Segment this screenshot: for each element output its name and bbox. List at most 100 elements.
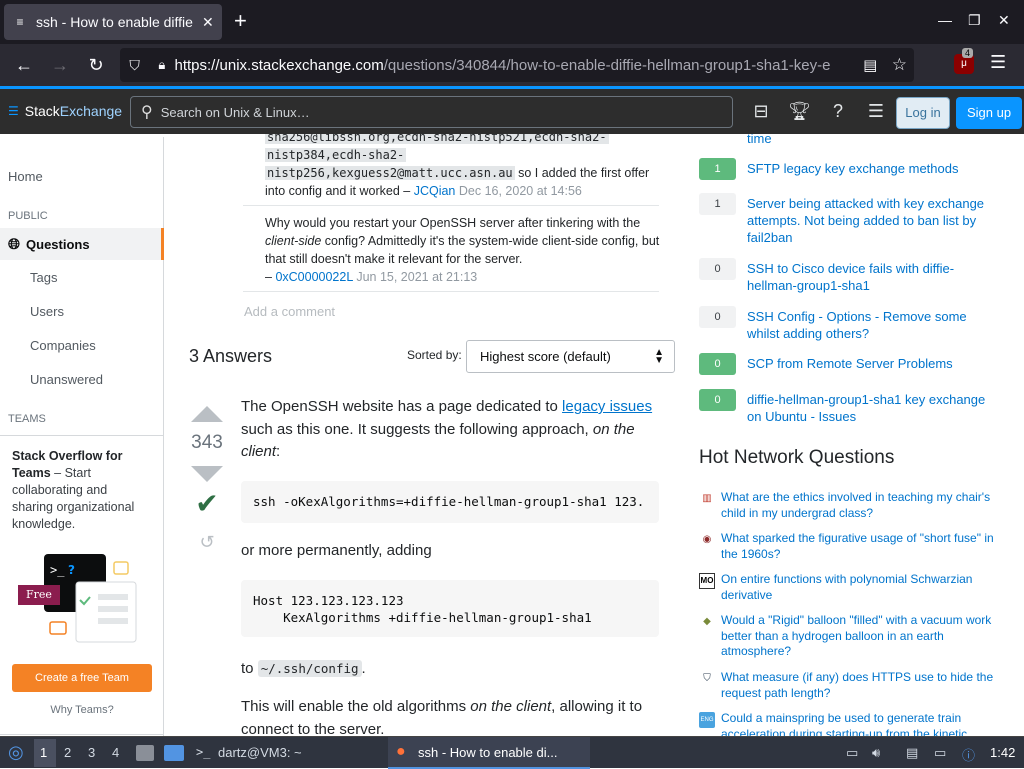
related-title[interactable]: time bbox=[747, 134, 1002, 152]
hot-network-question[interactable]: ⛉ What measure (if any) does HTTPS use t… bbox=[699, 670, 999, 701]
stackexchange-logo[interactable]: ☰ Stack Exchange bbox=[8, 103, 122, 119]
comment-divider bbox=[243, 205, 659, 206]
comment-date[interactable]: Dec 16, 2020 at 14:56 bbox=[459, 184, 582, 198]
related-question[interactable]: 0 SSH Config - Options - Remove some whi… bbox=[699, 306, 1009, 342]
nav-tags[interactable]: Tags bbox=[30, 270, 57, 285]
back-icon[interactable]: ← bbox=[12, 54, 36, 76]
tracking-shield-icon[interactable]: ⛉ bbox=[120, 57, 149, 74]
hot-network-question[interactable]: ◉ What sparked the figurative usage of "… bbox=[699, 531, 999, 562]
comment-jcqian: sha256@libssh.org,ecdh-sha2-nistp521,ecd… bbox=[265, 134, 660, 200]
tab-title: ssh - How to enable diffie bbox=[36, 14, 193, 30]
sort-select[interactable]: Highest score (default) ▲ ▼ bbox=[466, 340, 675, 373]
url-text[interactable]: https://unix.stackexchange.com/questions… bbox=[174, 57, 855, 74]
login-button[interactable]: Log in bbox=[896, 97, 950, 129]
url-path: /questions/340844/how-to-enable-diffie-h… bbox=[383, 56, 831, 74]
related-count: 0 bbox=[699, 306, 736, 328]
reader-view-icon[interactable]: ▤ bbox=[856, 56, 885, 74]
related-question[interactable]: 0 SCP from Remote Server Problems bbox=[699, 353, 1009, 375]
tab-bar: ≡ ssh - How to enable diffie ✕ + — ❐ ✕ bbox=[0, 0, 1024, 44]
why-teams-link[interactable]: Why Teams? bbox=[0, 704, 164, 716]
add-comment-link[interactable]: Add a comment bbox=[244, 304, 335, 319]
nav-unanswered[interactable]: Unanswered bbox=[30, 372, 103, 387]
code-block-1[interactable]: ssh -oKexAlgorithms=+diffie-hellman-grou… bbox=[241, 481, 659, 523]
workspace-1[interactable]: 1 bbox=[40, 745, 47, 760]
logo-text-b: Exchange bbox=[59, 103, 123, 119]
answer-p1-b: such as this one. It suggests the follow… bbox=[241, 420, 593, 438]
file-manager-icon[interactable] bbox=[136, 745, 154, 761]
volume-icon[interactable]: 🔊︎ bbox=[872, 745, 880, 761]
related-title[interactable]: SSH to Cisco device fails with diffie-he… bbox=[747, 260, 1002, 294]
bookmark-star-icon[interactable]: ☆ bbox=[885, 55, 914, 75]
browser-tab[interactable]: ≡ ssh - How to enable diffie ✕ bbox=[4, 4, 222, 40]
related-count: 1 bbox=[699, 158, 736, 180]
related-title[interactable]: SFTP legacy key exchange methods bbox=[747, 160, 1002, 180]
forward-icon[interactable]: → bbox=[48, 54, 72, 76]
nav-users[interactable]: Users bbox=[30, 304, 64, 319]
lock-icon[interactable]: 🔒︎ bbox=[149, 57, 174, 73]
minimize-icon[interactable]: — bbox=[938, 12, 952, 28]
comment2-dash: – bbox=[265, 270, 276, 284]
related-title[interactable]: diffie-hellman-group1-sha1 key exchange … bbox=[747, 391, 1002, 425]
notifications-icon[interactable]: ⓘ bbox=[962, 745, 975, 764]
hnq-title[interactable]: Would a "Rigid" balloon "filled" with a … bbox=[721, 613, 995, 660]
hot-network-question[interactable]: MO On entire functions with polynomial S… bbox=[699, 572, 999, 603]
hnq-title[interactable]: Could a mainspring be used to generate t… bbox=[721, 711, 995, 736]
hot-network-question[interactable]: ◆ Would a "Rigid" balloon "filled" with … bbox=[699, 613, 999, 660]
legacy-issues-link[interactable]: legacy issues bbox=[562, 398, 652, 415]
battery-icon[interactable]: ▭ bbox=[846, 745, 858, 761]
related-question[interactable]: 1 SFTP legacy key exchange methods bbox=[699, 158, 1009, 180]
related-question[interactable]: 0 diffie-hellman-group1-sha1 key exchang… bbox=[699, 389, 1009, 425]
related-title[interactable]: SSH Config - Options - Remove some whils… bbox=[747, 308, 1002, 342]
hot-network-question[interactable]: ▥ What are the ethics involved in teachi… bbox=[699, 490, 999, 521]
hnq-title[interactable]: What measure (if any) does HTTPS use to … bbox=[721, 670, 995, 701]
signup-button[interactable]: Sign up bbox=[956, 97, 1022, 129]
comment2-text-a: Why would you restart your OpenSSH serve… bbox=[265, 216, 641, 230]
hot-network-question[interactable]: ENG Could a mainspring be used to genera… bbox=[699, 711, 999, 736]
network-icon[interactable]: ▭ bbox=[934, 745, 946, 761]
taskbar-terminal-window[interactable]: dartz@VM3: ~ bbox=[218, 745, 302, 760]
related-question[interactable]: 1 Server being attacked with key exchang… bbox=[699, 193, 1009, 246]
nav-questions[interactable]: 🌐︎ Questions bbox=[0, 228, 164, 260]
close-window-icon[interactable]: ✕ bbox=[998, 12, 1010, 29]
workspace-2[interactable]: 2 bbox=[64, 745, 71, 760]
taskbar-firefox-window[interactable]: ● ssh - How to enable di... bbox=[388, 737, 590, 769]
clipboard-icon[interactable]: ▤ bbox=[906, 745, 918, 761]
nav-home[interactable]: Home bbox=[8, 169, 43, 184]
restore-icon[interactable]: ❐ bbox=[968, 12, 981, 29]
main-content: sha256@libssh.org,ecdh-sha2-nistp521,ecd… bbox=[165, 134, 685, 736]
clock[interactable]: 1:42 bbox=[990, 745, 1015, 760]
close-tab-icon[interactable]: ✕ bbox=[202, 14, 214, 31]
hnq-title[interactable]: What are the ethics involved in teaching… bbox=[721, 490, 995, 521]
comment-code-a: sha256@libssh.org,ecdh-sha2-nistp521,ecd… bbox=[265, 134, 609, 144]
new-tab-button[interactable]: + bbox=[234, 10, 247, 32]
workspace-3[interactable]: 3 bbox=[88, 745, 95, 760]
reload-icon[interactable]: ↻ bbox=[84, 54, 108, 76]
hamburger-menu-icon[interactable]: ☰ bbox=[990, 52, 1006, 73]
show-desktop-icon[interactable] bbox=[164, 745, 184, 761]
create-team-button[interactable]: Create a free Team bbox=[12, 664, 152, 692]
history-icon[interactable]: ↺ bbox=[189, 532, 225, 553]
hnq-title[interactable]: On entire functions with polynomial Schw… bbox=[721, 572, 995, 603]
answers-heading: 3 Answers bbox=[189, 346, 273, 366]
help-icon[interactable]: ? bbox=[827, 101, 849, 122]
inbox-icon[interactable]: ⊟ bbox=[750, 101, 772, 122]
related-question[interactable]: 0 SSH to Cisco device fails with diffie-… bbox=[699, 258, 1009, 294]
related-title[interactable]: SCP from Remote Server Problems bbox=[747, 355, 1002, 375]
hnq-title[interactable]: What sparked the figurative usage of "sh… bbox=[721, 531, 995, 562]
site-switcher-icon[interactable]: ☰ bbox=[865, 101, 887, 122]
nav-companies[interactable]: Companies bbox=[30, 338, 96, 353]
achievements-trophy-icon[interactable]: 🏆︎ bbox=[788, 101, 811, 122]
stackexchange-logo-icon: ☰ bbox=[8, 104, 19, 118]
related-question[interactable]: time bbox=[699, 134, 1009, 152]
downvote-icon[interactable] bbox=[191, 466, 223, 482]
url-bar[interactable]: ⛉ 🔒︎ https://unix.stackexchange.com/ques… bbox=[120, 48, 914, 82]
comment2-date[interactable]: Jun 15, 2021 at 21:13 bbox=[356, 270, 477, 284]
comment-user-link[interactable]: JCQian bbox=[414, 184, 456, 198]
site-search-input[interactable]: ⚲ Search on Unix & Linux… bbox=[130, 96, 733, 128]
code-block-2[interactable]: Host 123.123.123.123 KexAlgorithms +diff… bbox=[241, 580, 659, 637]
start-menu-icon[interactable]: ◎ bbox=[8, 742, 24, 763]
related-title[interactable]: Server being attacked with key exchange … bbox=[747, 195, 1002, 246]
comment2-user-link[interactable]: 0xC0000022L bbox=[275, 270, 352, 284]
workspace-4[interactable]: 4 bbox=[112, 745, 119, 760]
upvote-icon[interactable] bbox=[191, 406, 223, 422]
